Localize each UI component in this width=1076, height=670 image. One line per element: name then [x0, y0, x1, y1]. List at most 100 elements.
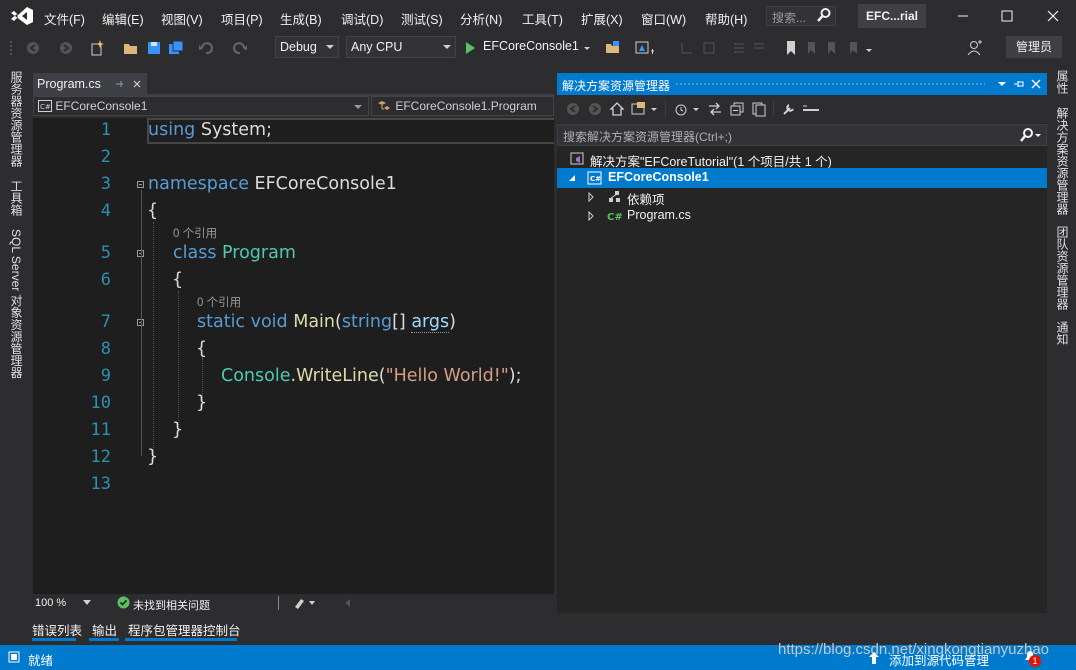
line-number: 1: [100, 120, 111, 140]
line-number: 5: [100, 243, 111, 263]
menu-build[interactable]: 生成(B): [280, 9, 322, 28]
code-editor[interactable]: 1 2 3 4 5 6 7 8 9 10 11 12 13 using Syst…: [33, 118, 554, 594]
browse-folder-icon[interactable]: [604, 39, 622, 57]
tab-close-icon[interactable]: [132, 79, 142, 89]
project-nav-select[interactable]: C# EFCoreConsole1: [33, 96, 369, 116]
class-nav-select[interactable]: EFCoreConsole1.Program: [371, 96, 554, 116]
collapse-all-icon[interactable]: [729, 101, 745, 117]
forward-icon[interactable]: [587, 101, 603, 117]
pin-icon[interactable]: [1013, 78, 1025, 90]
code-cleanup-icon[interactable]: [293, 596, 319, 610]
indent-guide: [178, 291, 179, 431]
menu-analyze[interactable]: 分析(N): [460, 9, 502, 28]
home-icon[interactable]: [609, 101, 625, 117]
bookmark-navigation-icons[interactable]: [806, 39, 876, 57]
solution-explorer-side-tab[interactable]: 解决方案资源管理器: [1054, 107, 1071, 215]
solution-platform-select[interactable]: Any CPU: [346, 36, 456, 58]
server-explorer-tab[interactable]: 服务器资源管理器: [8, 71, 25, 167]
preview-selected-items-icon[interactable]: [801, 101, 821, 117]
redo-icon[interactable]: [231, 39, 249, 57]
menu-window[interactable]: 窗口(W): [641, 9, 686, 28]
tree-program-cs-node[interactable]: Program.cs: [627, 208, 691, 222]
close-icon[interactable]: [1030, 78, 1042, 90]
properties-tab[interactable]: 属性: [1054, 70, 1071, 94]
code-text: );: [508, 366, 522, 386]
save-all-icon[interactable]: [167, 39, 185, 57]
tree-project-node[interactable]: EFCoreConsole1: [608, 170, 709, 184]
code-text: EFCoreConsole1: [248, 174, 397, 194]
bookmark-icon[interactable]: [784, 39, 798, 57]
start-dropdown-icon[interactable]: [582, 39, 592, 57]
admin-badge: 管理员: [1006, 36, 1062, 58]
add-to-source-control-button[interactable]: 添加到源代码管理: [889, 650, 989, 669]
window-position-dropdown-icon[interactable]: [997, 78, 1007, 90]
pending-changes-filter-icon[interactable]: [673, 101, 703, 117]
menu-tools[interactable]: 工具(T): [522, 9, 563, 28]
zoom-level[interactable]: 100 %: [35, 597, 66, 609]
back-icon[interactable]: [565, 101, 581, 117]
line-number: 13: [90, 474, 111, 494]
menu-debug[interactable]: 调试(D): [341, 9, 383, 28]
open-file-icon[interactable]: [122, 39, 140, 57]
menu-file[interactable]: 文件(F): [44, 9, 85, 28]
no-issues-check-icon: [117, 596, 130, 609]
collapsed-arrow-icon[interactable]: [586, 211, 596, 221]
menu-test[interactable]: 测试(S): [401, 9, 443, 28]
pin-icon[interactable]: [114, 79, 124, 89]
new-project-icon[interactable]: [88, 39, 106, 57]
error-list-tab[interactable]: 错误列表: [32, 620, 82, 639]
titlebar-grip: [675, 82, 985, 86]
collapsed-arrow-icon[interactable]: [586, 192, 596, 202]
notifications-tab[interactable]: 通知: [1054, 321, 1071, 345]
status-divider: [278, 596, 279, 610]
comment-toggle-icons[interactable]: [680, 39, 720, 57]
quick-launch-placeholder: 搜索...: [772, 11, 807, 25]
show-all-files-icon[interactable]: [751, 101, 767, 117]
expanded-arrow-icon[interactable]: [567, 173, 577, 183]
package-manager-console-tab[interactable]: 程序包管理器控制台: [128, 620, 241, 639]
scroll-left-icon[interactable]: [343, 597, 353, 609]
undo-icon[interactable]: [197, 39, 215, 57]
start-debugging-icon[interactable]: [463, 39, 477, 57]
team-explorer-tab[interactable]: 团队资源管理器: [1054, 226, 1071, 310]
solution-configuration-select[interactable]: Debug: [275, 36, 339, 58]
issues-status[interactable]: 未找到相关问题: [133, 597, 210, 613]
code-text: ): [449, 312, 456, 332]
menu-project[interactable]: 项目(P): [221, 9, 263, 28]
menu-help[interactable]: 帮助(H): [705, 9, 747, 28]
code-line-5: class Program: [173, 243, 296, 263]
sql-server-object-explorer-tab[interactable]: SQL Server 对象资源管理器: [8, 229, 25, 379]
search-icon[interactable]: [816, 7, 832, 23]
menu-edit[interactable]: 编辑(E): [102, 9, 144, 28]
live-share-icon[interactable]: [966, 39, 984, 57]
tree-dependencies-node[interactable]: 依赖项: [627, 189, 665, 208]
switch-views-icon[interactable]: [631, 101, 661, 117]
properties-wrench-icon[interactable]: [781, 101, 797, 117]
sync-with-active-document-icon[interactable]: [707, 101, 723, 117]
codelens-references-hint[interactable]: 0 个引用: [197, 294, 241, 310]
visual-studio-logo-icon[interactable]: [10, 6, 34, 26]
menu-extensions[interactable]: 扩展(X): [581, 9, 623, 28]
close-icon[interactable]: [1045, 8, 1061, 24]
toolbox-tab[interactable]: 工具箱: [8, 180, 25, 216]
class-icon: [378, 101, 390, 110]
tab-accent: [32, 638, 76, 641]
navigate-forward-icon[interactable]: [57, 39, 75, 57]
solution-explorer-search-input[interactable]: 搜索解决方案资源管理器(Ctrl+;): [557, 124, 1047, 146]
zoom-dropdown-icon[interactable]: [83, 600, 91, 606]
menu-view[interactable]: 视图(V): [161, 9, 203, 28]
codelens-references-hint[interactable]: 0 个引用: [173, 225, 217, 241]
start-debugging-button[interactable]: EFCoreConsole1: [483, 39, 579, 53]
maximize-icon[interactable]: [999, 8, 1015, 24]
minimize-icon[interactable]: [955, 8, 971, 24]
navigate-back-icon[interactable]: [24, 39, 42, 57]
indent-icons[interactable]: [730, 39, 770, 57]
keyword-string: string: [341, 312, 393, 332]
search-icon[interactable]: [1018, 127, 1042, 143]
save-icon[interactable]: [145, 39, 163, 57]
arrow-up-icon[interactable]: [868, 651, 880, 665]
output-tab[interactable]: 输出: [92, 620, 117, 639]
menu-bar: 文件(F) 编辑(E) 视图(V) 项目(P) 生成(B) 调试(D) 测试(S…: [0, 0, 1076, 33]
browser-link-icon[interactable]: [634, 39, 658, 57]
outline-collapse-icon[interactable]: [137, 181, 144, 188]
